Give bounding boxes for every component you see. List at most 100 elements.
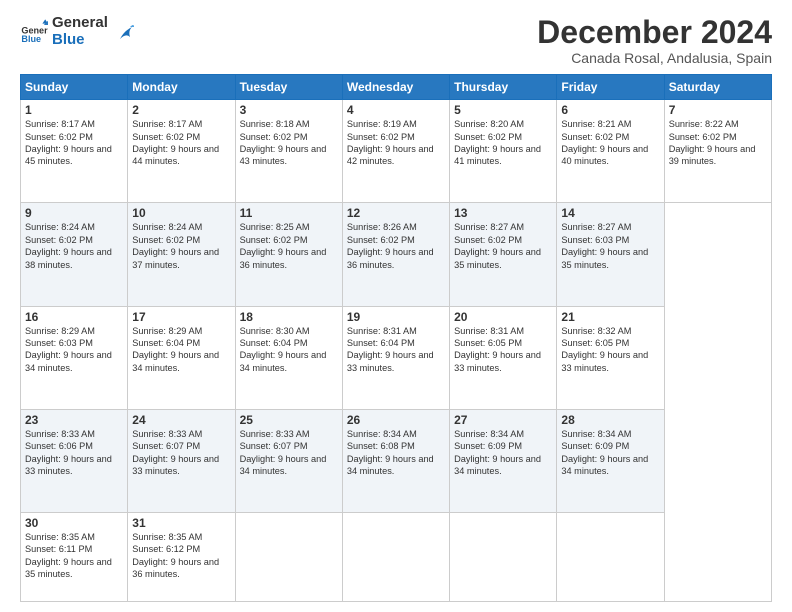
- day-info: Sunrise: 8:35 AMSunset: 6:11 PMDaylight:…: [25, 531, 123, 581]
- page: General Blue General Blue December 2024 …: [0, 0, 792, 612]
- day-info: Sunrise: 8:32 AMSunset: 6:05 PMDaylight:…: [561, 325, 659, 375]
- day-header-sunday: Sunday: [21, 75, 128, 100]
- day-number: 1: [25, 103, 123, 117]
- calendar-cell: 11Sunrise: 8:25 AMSunset: 6:02 PMDayligh…: [235, 203, 342, 306]
- calendar-cell: 28Sunrise: 8:34 AMSunset: 6:09 PMDayligh…: [557, 409, 664, 512]
- calendar-cell: [235, 512, 342, 601]
- day-info: Sunrise: 8:34 AMSunset: 6:08 PMDaylight:…: [347, 428, 445, 478]
- day-number: 16: [25, 310, 123, 324]
- day-number: 31: [132, 516, 230, 530]
- day-header-wednesday: Wednesday: [342, 75, 449, 100]
- day-info: Sunrise: 8:29 AMSunset: 6:04 PMDaylight:…: [132, 325, 230, 375]
- calendar-week-3: 16Sunrise: 8:29 AMSunset: 6:03 PMDayligh…: [21, 306, 772, 409]
- day-number: 30: [25, 516, 123, 530]
- logo-bird-icon: [112, 21, 134, 43]
- calendar-cell: 13Sunrise: 8:27 AMSunset: 6:02 PMDayligh…: [450, 203, 557, 306]
- calendar-cell: 25Sunrise: 8:33 AMSunset: 6:07 PMDayligh…: [235, 409, 342, 512]
- day-number: 23: [25, 413, 123, 427]
- logo-blue: Blue: [52, 32, 108, 49]
- location: Canada Rosal, Andalusia, Spain: [537, 50, 772, 66]
- calendar-week-4: 23Sunrise: 8:33 AMSunset: 6:06 PMDayligh…: [21, 409, 772, 512]
- calendar-header-row: SundayMondayTuesdayWednesdayThursdayFrid…: [21, 75, 772, 100]
- logo-general: General: [52, 15, 108, 32]
- day-info: Sunrise: 8:31 AMSunset: 6:04 PMDaylight:…: [347, 325, 445, 375]
- day-header-saturday: Saturday: [664, 75, 771, 100]
- day-info: Sunrise: 8:18 AMSunset: 6:02 PMDaylight:…: [240, 118, 338, 168]
- day-header-monday: Monday: [128, 75, 235, 100]
- calendar-cell: [342, 512, 449, 601]
- day-info: Sunrise: 8:21 AMSunset: 6:02 PMDaylight:…: [561, 118, 659, 168]
- calendar-cell: 30Sunrise: 8:35 AMSunset: 6:11 PMDayligh…: [21, 512, 128, 601]
- day-header-thursday: Thursday: [450, 75, 557, 100]
- day-info: Sunrise: 8:35 AMSunset: 6:12 PMDaylight:…: [132, 531, 230, 581]
- day-info: Sunrise: 8:22 AMSunset: 6:02 PMDaylight:…: [669, 118, 767, 168]
- day-number: 14: [561, 206, 659, 220]
- calendar-cell: 18Sunrise: 8:30 AMSunset: 6:04 PMDayligh…: [235, 306, 342, 409]
- logo: General Blue General Blue: [20, 15, 134, 48]
- day-info: Sunrise: 8:34 AMSunset: 6:09 PMDaylight:…: [561, 428, 659, 478]
- calendar-week-5: 30Sunrise: 8:35 AMSunset: 6:11 PMDayligh…: [21, 512, 772, 601]
- day-number: 20: [454, 310, 552, 324]
- month-title: December 2024: [537, 15, 772, 50]
- day-info: Sunrise: 8:24 AMSunset: 6:02 PMDaylight:…: [132, 221, 230, 271]
- calendar-cell: 5Sunrise: 8:20 AMSunset: 6:02 PMDaylight…: [450, 100, 557, 203]
- logo-icon: General Blue: [20, 18, 48, 46]
- day-info: Sunrise: 8:19 AMSunset: 6:02 PMDaylight:…: [347, 118, 445, 168]
- day-number: 10: [132, 206, 230, 220]
- day-number: 17: [132, 310, 230, 324]
- calendar-cell: 6Sunrise: 8:21 AMSunset: 6:02 PMDaylight…: [557, 100, 664, 203]
- title-block: December 2024 Canada Rosal, Andalusia, S…: [537, 15, 772, 66]
- day-number: 13: [454, 206, 552, 220]
- day-info: Sunrise: 8:20 AMSunset: 6:02 PMDaylight:…: [454, 118, 552, 168]
- day-info: Sunrise: 8:24 AMSunset: 6:02 PMDaylight:…: [25, 221, 123, 271]
- calendar-cell: 7Sunrise: 8:22 AMSunset: 6:02 PMDaylight…: [664, 100, 771, 203]
- calendar-cell: 4Sunrise: 8:19 AMSunset: 6:02 PMDaylight…: [342, 100, 449, 203]
- calendar-cell: [450, 512, 557, 601]
- day-number: 19: [347, 310, 445, 324]
- day-number: 6: [561, 103, 659, 117]
- day-info: Sunrise: 8:31 AMSunset: 6:05 PMDaylight:…: [454, 325, 552, 375]
- calendar-cell: 24Sunrise: 8:33 AMSunset: 6:07 PMDayligh…: [128, 409, 235, 512]
- calendar-cell: 27Sunrise: 8:34 AMSunset: 6:09 PMDayligh…: [450, 409, 557, 512]
- calendar-cell: 14Sunrise: 8:27 AMSunset: 6:03 PMDayligh…: [557, 203, 664, 306]
- day-info: Sunrise: 8:29 AMSunset: 6:03 PMDaylight:…: [25, 325, 123, 375]
- day-info: Sunrise: 8:27 AMSunset: 6:03 PMDaylight:…: [561, 221, 659, 271]
- calendar-cell: 10Sunrise: 8:24 AMSunset: 6:02 PMDayligh…: [128, 203, 235, 306]
- day-info: Sunrise: 8:27 AMSunset: 6:02 PMDaylight:…: [454, 221, 552, 271]
- calendar-cell: 31Sunrise: 8:35 AMSunset: 6:12 PMDayligh…: [128, 512, 235, 601]
- day-info: Sunrise: 8:17 AMSunset: 6:02 PMDaylight:…: [132, 118, 230, 168]
- calendar-cell: 16Sunrise: 8:29 AMSunset: 6:03 PMDayligh…: [21, 306, 128, 409]
- day-number: 3: [240, 103, 338, 117]
- day-info: Sunrise: 8:33 AMSunset: 6:07 PMDaylight:…: [132, 428, 230, 478]
- calendar-cell: 19Sunrise: 8:31 AMSunset: 6:04 PMDayligh…: [342, 306, 449, 409]
- day-number: 28: [561, 413, 659, 427]
- day-number: 2: [132, 103, 230, 117]
- calendar-week-1: 1Sunrise: 8:17 AMSunset: 6:02 PMDaylight…: [21, 100, 772, 203]
- calendar-cell: [557, 512, 664, 601]
- calendar-table: SundayMondayTuesdayWednesdayThursdayFrid…: [20, 74, 772, 602]
- day-header-tuesday: Tuesday: [235, 75, 342, 100]
- svg-text:Blue: Blue: [21, 33, 41, 43]
- day-number: 24: [132, 413, 230, 427]
- day-info: Sunrise: 8:34 AMSunset: 6:09 PMDaylight:…: [454, 428, 552, 478]
- calendar-cell: 2Sunrise: 8:17 AMSunset: 6:02 PMDaylight…: [128, 100, 235, 203]
- calendar-cell: 12Sunrise: 8:26 AMSunset: 6:02 PMDayligh…: [342, 203, 449, 306]
- day-number: 26: [347, 413, 445, 427]
- calendar-cell: 26Sunrise: 8:34 AMSunset: 6:08 PMDayligh…: [342, 409, 449, 512]
- day-info: Sunrise: 8:33 AMSunset: 6:07 PMDaylight:…: [240, 428, 338, 478]
- day-number: 18: [240, 310, 338, 324]
- day-info: Sunrise: 8:26 AMSunset: 6:02 PMDaylight:…: [347, 221, 445, 271]
- calendar-week-2: 9Sunrise: 8:24 AMSunset: 6:02 PMDaylight…: [21, 203, 772, 306]
- day-number: 27: [454, 413, 552, 427]
- day-info: Sunrise: 8:25 AMSunset: 6:02 PMDaylight:…: [240, 221, 338, 271]
- calendar-cell: 9Sunrise: 8:24 AMSunset: 6:02 PMDaylight…: [21, 203, 128, 306]
- calendar-cell: 1Sunrise: 8:17 AMSunset: 6:02 PMDaylight…: [21, 100, 128, 203]
- day-number: 4: [347, 103, 445, 117]
- calendar-cell: 23Sunrise: 8:33 AMSunset: 6:06 PMDayligh…: [21, 409, 128, 512]
- day-info: Sunrise: 8:17 AMSunset: 6:02 PMDaylight:…: [25, 118, 123, 168]
- day-info: Sunrise: 8:33 AMSunset: 6:06 PMDaylight:…: [25, 428, 123, 478]
- header: General Blue General Blue December 2024 …: [20, 15, 772, 66]
- day-number: 7: [669, 103, 767, 117]
- calendar-cell: 20Sunrise: 8:31 AMSunset: 6:05 PMDayligh…: [450, 306, 557, 409]
- day-number: 25: [240, 413, 338, 427]
